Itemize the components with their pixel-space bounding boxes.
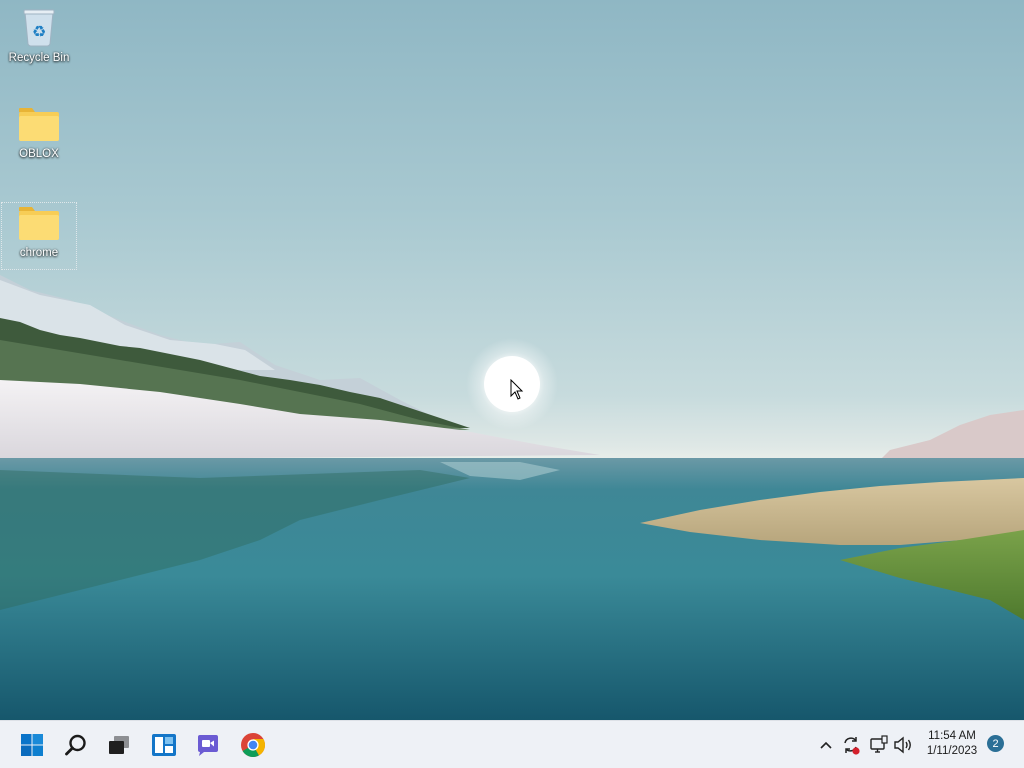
clock-time: 11:54 AM bbox=[928, 730, 976, 742]
folder-icon bbox=[19, 207, 59, 240]
network-icon bbox=[870, 735, 888, 753]
volume-button[interactable] bbox=[892, 731, 914, 759]
network-button[interactable] bbox=[868, 731, 890, 759]
recycle-bin-icon: ♻ bbox=[23, 9, 55, 47]
chat-button[interactable] bbox=[190, 727, 226, 763]
clock[interactable]: 11:54 AM 1/11/2023 bbox=[920, 729, 984, 759]
task-view-icon bbox=[109, 736, 129, 754]
desktop-icon-label: Recycle Bin bbox=[8, 52, 70, 64]
chevron-up-icon bbox=[820, 741, 832, 749]
volume-icon bbox=[894, 736, 911, 754]
desktop[interactable]: ♻ Recycle Bin OBLOX chrome bbox=[0, 0, 1024, 720]
sync-status-button[interactable] bbox=[840, 731, 862, 759]
chrome-icon bbox=[241, 733, 266, 758]
show-hidden-icons-button[interactable] bbox=[816, 731, 836, 759]
desktop-icon-label: OBLOX bbox=[19, 148, 59, 160]
taskbar: 11:54 AM 1/11/2023 bbox=[0, 720, 1024, 768]
folder-icon bbox=[19, 108, 59, 141]
mouse-cursor-icon bbox=[510, 379, 524, 400]
windows-start-icon bbox=[21, 734, 43, 756]
sync-alert-icon bbox=[844, 737, 860, 755]
notification-badge[interactable]: 2 bbox=[987, 735, 1004, 752]
desktop-icon-chrome-folder[interactable]: chrome bbox=[1, 202, 77, 270]
desktop-icon-label: chrome bbox=[19, 247, 59, 259]
teams-chat-icon bbox=[198, 735, 218, 756]
widgets-icon bbox=[152, 734, 176, 756]
svg-text:♻: ♻ bbox=[32, 22, 46, 41]
wallpaper-landscape bbox=[0, 275, 1024, 720]
desktop-icon-oblox-folder[interactable]: OBLOX bbox=[1, 104, 77, 172]
start-button[interactable] bbox=[14, 727, 50, 763]
search-icon bbox=[65, 734, 86, 756]
clock-date: 1/11/2023 bbox=[926, 745, 978, 757]
desktop-icon-recycle-bin[interactable]: ♻ Recycle Bin bbox=[1, 6, 77, 74]
task-view-button[interactable] bbox=[101, 727, 137, 763]
widgets-button[interactable] bbox=[146, 727, 182, 763]
chrome-taskbar-button[interactable] bbox=[235, 727, 271, 763]
search-button[interactable] bbox=[58, 727, 94, 763]
